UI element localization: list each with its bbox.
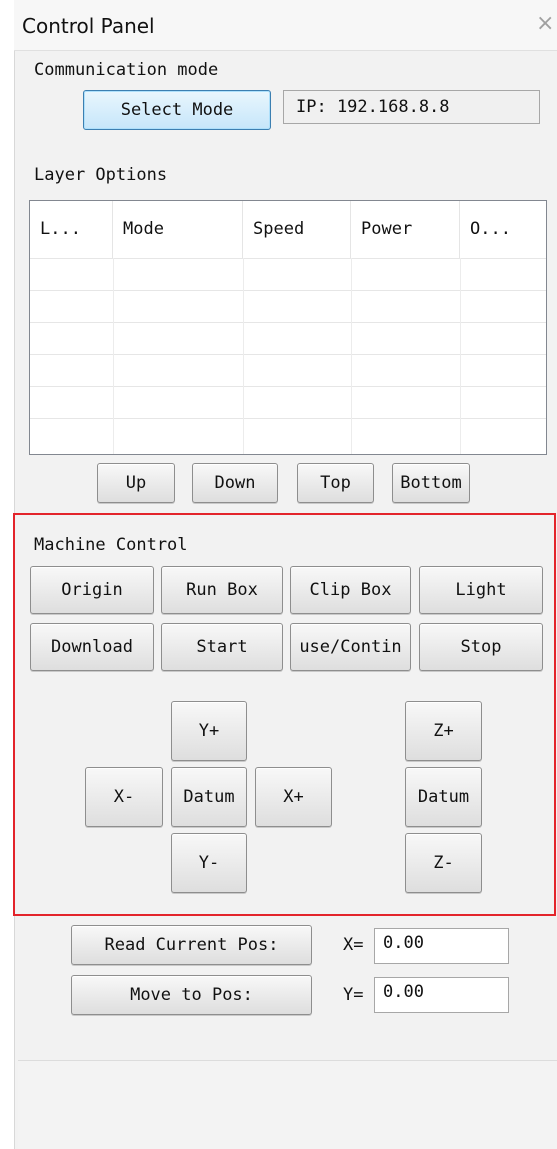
y-minus-button[interactable]: Y- [171, 833, 247, 893]
table-row [30, 290, 546, 322]
start-button[interactable]: Start [161, 623, 283, 671]
column-header-speed[interactable]: Speed [243, 201, 351, 258]
z-minus-button[interactable]: Z- [405, 833, 482, 893]
read-current-pos-button[interactable]: Read Current Pos: [71, 925, 312, 965]
pause-continue-button[interactable]: use/Contin [290, 623, 411, 671]
table-row [30, 322, 546, 354]
x-minus-button[interactable]: X- [85, 767, 163, 827]
layer-table[interactable]: L... Mode Speed Power O... [29, 200, 547, 455]
ip-address-display: IP: 192.168.8.8 [283, 90, 540, 124]
layer-options-label: Layer Options [34, 165, 168, 185]
run-box-button[interactable]: Run Box [161, 566, 283, 614]
column-header-layer[interactable]: L... [30, 201, 113, 258]
panel-title: Control Panel [22, 14, 155, 38]
communication-mode-label: Communication mode [34, 60, 219, 80]
layer-top-button[interactable]: Top [297, 463, 374, 503]
clip-box-button[interactable]: Clip Box [290, 566, 411, 614]
z-plus-button[interactable]: Z+ [405, 701, 482, 761]
table-grid-line [460, 258, 461, 454]
download-button[interactable]: Download [30, 623, 154, 671]
light-button[interactable]: Light [419, 566, 543, 614]
table-row [30, 418, 546, 450]
table-grid-line [113, 258, 114, 454]
table-row [30, 386, 546, 418]
layer-bottom-button[interactable]: Bottom [392, 463, 470, 503]
table-row [30, 258, 546, 290]
table-row [30, 354, 546, 386]
z-datum-button[interactable]: Datum [405, 767, 482, 827]
layer-up-button[interactable]: Up [97, 463, 175, 503]
empty-panel-area [18, 1060, 557, 1149]
column-header-mode[interactable]: Mode [113, 201, 243, 258]
column-header-power[interactable]: Power [351, 201, 460, 258]
layer-table-header: L... Mode Speed Power O... [30, 201, 546, 258]
close-icon[interactable]: × [536, 12, 556, 36]
origin-button[interactable]: Origin [30, 566, 154, 614]
column-header-output[interactable]: O... [460, 201, 546, 258]
xy-datum-button[interactable]: Datum [171, 767, 247, 827]
y-plus-button[interactable]: Y+ [171, 701, 247, 761]
x-coordinate-input[interactable]: 0.00 [374, 928, 509, 964]
stop-button[interactable]: Stop [419, 623, 543, 671]
y-coordinate-label: Y= [343, 985, 364, 1005]
move-to-pos-button[interactable]: Move to Pos: [71, 975, 312, 1015]
x-plus-button[interactable]: X+ [255, 767, 332, 827]
y-coordinate-input[interactable]: 0.00 [374, 977, 509, 1013]
x-coordinate-label: X= [343, 935, 364, 955]
layer-down-button[interactable]: Down [192, 463, 278, 503]
table-grid-line [243, 258, 244, 454]
machine-control-label: Machine Control [34, 535, 188, 555]
table-grid-line [351, 258, 352, 454]
select-mode-button[interactable]: Select Mode [83, 90, 271, 130]
